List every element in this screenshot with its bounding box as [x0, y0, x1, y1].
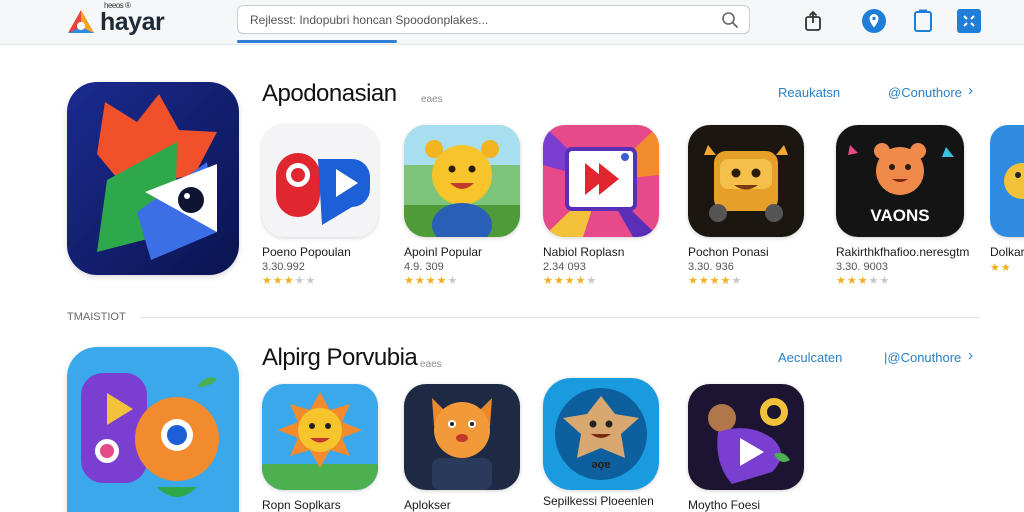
app-meta: 3.30.992 [262, 261, 305, 273]
app-icon [262, 125, 378, 237]
app-name: Sepilkessi Ploeenlen [543, 494, 654, 508]
section-2-link-primary[interactable]: Aeculcaten [778, 350, 842, 365]
top-bar: heeos ® hayar [0, 0, 1024, 45]
app-logo[interactable]: heeos ® hayar [66, 0, 165, 40]
search-focus-underline [237, 40, 397, 43]
divider-label: TMAISTIOT [67, 311, 126, 323]
app-icon [262, 384, 378, 490]
app-name: Apoinl Popular [404, 245, 483, 259]
app-card[interactable]: ǝǫɐ Sepilkessi Ploeenlen [543, 378, 661, 508]
app-icon [404, 384, 520, 490]
app-icon-text: VAONS [870, 206, 929, 225]
star-rating: ★★ [990, 262, 1012, 274]
app-meta: 4.9. 309 [404, 261, 444, 273]
star-rating: ★★★★★ [543, 275, 598, 287]
app-name: Poeno Popoulan [262, 245, 351, 259]
chevron-right-icon[interactable]: › [968, 347, 973, 364]
app-card[interactable]: Dolkar ★★ [990, 125, 1024, 274]
app-card[interactable]: Pochon Ponasi 3.30. 936 ★★★★★ [688, 125, 806, 287]
search-icon[interactable] [721, 11, 739, 29]
location-pin-icon[interactable] [861, 8, 887, 34]
section-count-1: eaes [421, 94, 443, 105]
app-icon [688, 125, 804, 237]
section-count-2: eaes [420, 359, 442, 370]
star-rating: ★★★★★ [262, 275, 317, 287]
section-divider [140, 317, 980, 318]
logo-text: hayar [100, 7, 165, 36]
section-title-1: Apodonasian [262, 80, 397, 107]
app-icon: VAONS [836, 125, 964, 237]
app-icon [404, 125, 520, 237]
app-card[interactable]: Aplokser [404, 384, 522, 512]
app-name: Moytho Foesi [688, 498, 761, 512]
app-meta: 2.34 093 [543, 261, 586, 273]
app-name: Ropn Soplkars [262, 498, 341, 512]
star-rating: ★★★★★ [404, 275, 459, 287]
app-name: Aplokser [404, 498, 451, 512]
app-name: Rakirthkfhafioo.neresgtm [836, 245, 970, 259]
app-name: Nabiol Roplasn [543, 245, 625, 259]
app-icon [990, 125, 1024, 237]
app-card[interactable]: VAONS Rakirthkfhafioo.neresgtm 3.30. 900… [836, 125, 970, 287]
logo-superscript: heeos ® [104, 0, 131, 10]
app-name: Pochon Ponasi [688, 245, 769, 259]
app-card[interactable]: Poeno Popoulan 3.30.992 ★★★★★ [262, 125, 380, 287]
logo-icon [68, 10, 94, 33]
star-rating: ★★★★★ [688, 275, 743, 287]
featured-app-icon-1[interactable] [67, 82, 239, 275]
app-meta: 3.30. 936 [688, 261, 734, 273]
grid-menu-icon[interactable] [956, 8, 982, 34]
chevron-right-icon[interactable]: › [968, 82, 973, 99]
app-icon [688, 384, 804, 490]
app-card[interactable]: Moytho Foesi [688, 384, 806, 512]
app-card[interactable]: Apoinl Popular 4.9. 309 ★★★★★ [404, 125, 522, 287]
section-title-2: Alpirg Porvubia [262, 344, 418, 371]
star-rating: ★★★★★ [836, 275, 891, 287]
featured-app-icon-2[interactable] [67, 347, 239, 512]
tablet-icon[interactable] [910, 8, 936, 34]
app-icon: ǝǫɐ [543, 378, 659, 490]
section-2-link-see-all[interactable]: |@Conuthore [884, 350, 961, 365]
search-input[interactable] [250, 11, 700, 29]
section-1-link-see-all[interactable]: @Conuthore [888, 85, 962, 100]
app-icon-text: ǝǫɐ [592, 459, 611, 471]
app-meta: 3.30. 9003 [836, 261, 888, 273]
app-name: Dolkar [990, 245, 1024, 259]
share-icon[interactable] [800, 8, 826, 34]
app-card[interactable]: Nabiol Roplasn 2.34 093 ★★★★★ [543, 125, 661, 287]
search-bar[interactable] [237, 5, 750, 34]
section-1-link-primary[interactable]: Reaukatsn [778, 85, 840, 100]
app-icon [543, 125, 659, 237]
app-card[interactable]: Ropn Soplkars [262, 384, 380, 512]
